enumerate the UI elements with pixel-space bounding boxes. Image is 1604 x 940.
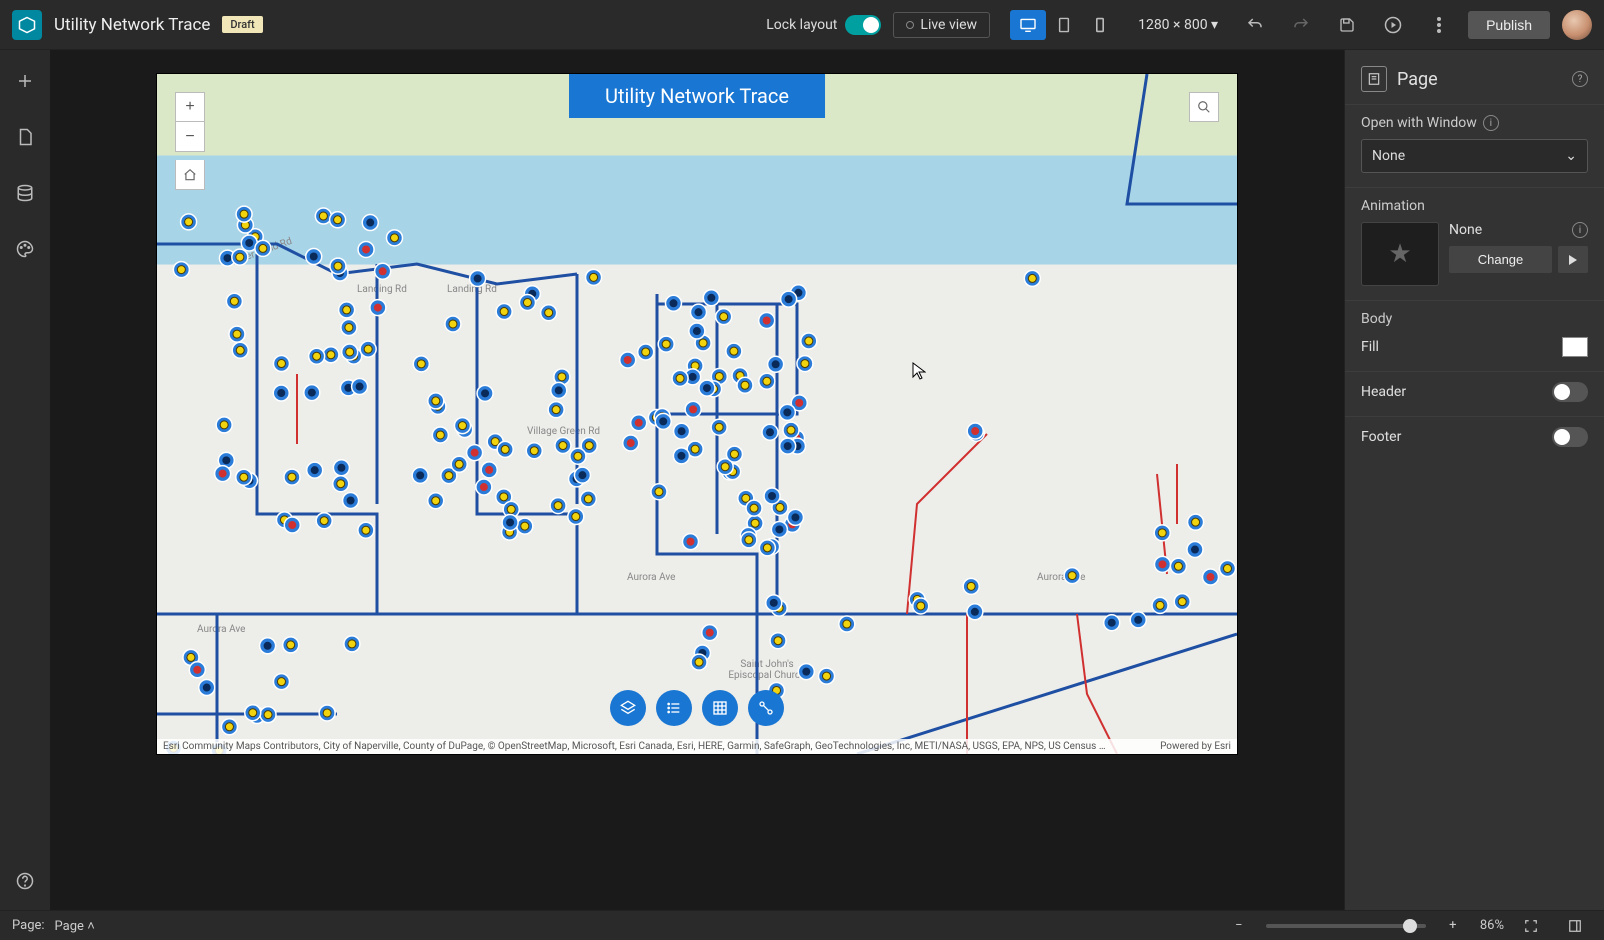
open-with-window-select[interactable]: None ⌄ [1361, 139, 1588, 173]
zoom-value: 86% [1480, 918, 1504, 933]
user-avatar[interactable] [1562, 10, 1592, 40]
footer-toggle[interactable] [1552, 427, 1588, 447]
zoom-out-button[interactable]: − [1222, 909, 1256, 940]
table-button[interactable] [702, 690, 738, 726]
chevron-down-icon: ⌄ [1565, 148, 1577, 164]
map-zoom-out-button[interactable]: − [175, 122, 205, 152]
page-selector[interactable]: Page ˄ [55, 918, 95, 934]
right-properties-panel: Page ? Open with Window i None ⌄ Animati… [1344, 50, 1604, 910]
animation-info-icon[interactable]: i [1572, 222, 1588, 238]
live-view-button[interactable]: Live view [893, 12, 990, 38]
lock-layout-control: Lock layout [766, 15, 881, 35]
attribution-text: Esri Community Maps Contributors, City o… [163, 741, 1106, 752]
animation-change-button[interactable]: Change [1449, 246, 1552, 273]
lock-layout-toggle[interactable] [845, 15, 881, 35]
open-with-window-label: Open with Window i [1361, 115, 1588, 131]
lock-layout-label: Lock layout [766, 17, 837, 33]
device-desktop-button[interactable] [1010, 10, 1046, 40]
attribution-powered: Powered by Esri [1160, 741, 1231, 752]
live-view-label: Live view [920, 17, 977, 33]
publish-button[interactable]: Publish [1468, 11, 1550, 39]
map-zoom-in-button[interactable]: + [175, 92, 205, 122]
data-button[interactable] [8, 176, 42, 210]
animation-play-button[interactable] [1558, 246, 1588, 273]
fill-color-swatch[interactable] [1562, 337, 1588, 357]
redo-button[interactable] [1284, 8, 1318, 42]
help-button[interactable] [8, 864, 42, 898]
trace-button[interactable] [748, 690, 784, 726]
animation-value: None [1449, 222, 1482, 238]
panel-title: Page [1397, 69, 1438, 90]
page-prefix: Page: [12, 918, 45, 933]
device-phone-button[interactable] [1082, 10, 1118, 40]
fit-screen-button[interactable] [1514, 909, 1548, 940]
map-attribution: Esri Community Maps Contributors, City o… [157, 739, 1237, 754]
animation-thumbnail: ★ [1361, 222, 1439, 286]
left-sidebar [0, 50, 50, 910]
top-toolbar: Utility Network Trace Draft Lock layout … [0, 0, 1604, 50]
zoom-in-button[interactable]: + [1436, 909, 1470, 940]
map-search-control [1189, 92, 1219, 122]
add-button[interactable] [8, 64, 42, 98]
theme-button[interactable] [8, 232, 42, 266]
map-zoom-controls: + − [175, 92, 205, 190]
canvas-area: Aurora Ave Aurora Ave Aurora Ave Village… [50, 50, 1344, 910]
animation-label: Animation [1361, 198, 1588, 214]
device-size-group [1010, 10, 1118, 40]
body-label: Body [1361, 311, 1588, 327]
header-label: Header [1361, 384, 1406, 400]
device-tablet-button[interactable] [1046, 10, 1082, 40]
save-button[interactable] [1330, 8, 1364, 42]
panel-help-icon[interactable]: ? [1572, 71, 1588, 87]
fill-label: Fill [1361, 339, 1379, 355]
draft-badge: Draft [222, 16, 262, 33]
map-search-button[interactable] [1189, 92, 1219, 122]
footer-label: Footer [1361, 429, 1401, 445]
status-bar: Page: Page ˄ − + 86% [0, 910, 1604, 940]
map-bottom-toolbar [610, 690, 784, 726]
app-logo [12, 10, 42, 40]
zoom-slider[interactable] [1266, 924, 1426, 928]
preview-button[interactable] [1376, 8, 1410, 42]
header-toggle[interactable] [1552, 382, 1588, 402]
map-home-button[interactable] [175, 160, 205, 190]
undo-button[interactable] [1238, 8, 1272, 42]
utility-network-layer [157, 74, 1237, 754]
page-icon [1361, 66, 1387, 92]
live-dot-icon [906, 21, 914, 29]
layers-button[interactable] [610, 690, 646, 726]
panel-toggle-button[interactable] [1558, 909, 1592, 940]
app-title: Utility Network Trace [54, 15, 210, 35]
map-canvas[interactable]: Aurora Ave Aurora Ave Aurora Ave Village… [157, 74, 1237, 754]
chevron-up-icon: ˄ [87, 919, 95, 934]
map-title-banner: Utility Network Trace [569, 74, 825, 118]
legend-button[interactable] [656, 690, 692, 726]
info-icon[interactable]: i [1483, 115, 1499, 131]
pages-button[interactable] [8, 120, 42, 154]
canvas-dimensions-label: 1280 × 800 [1138, 17, 1208, 33]
more-options-button[interactable] [1422, 8, 1456, 42]
canvas-dimensions-select[interactable]: 1280 × 800 ▾ [1130, 17, 1226, 33]
open-with-window-value: None [1372, 148, 1405, 164]
